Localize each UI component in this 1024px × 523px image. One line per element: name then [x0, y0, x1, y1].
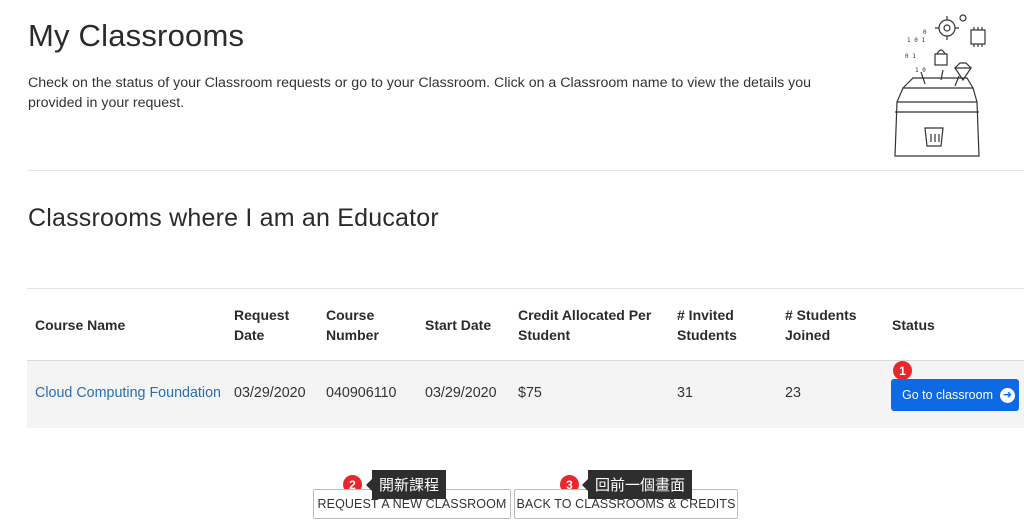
students-joined-cell: 23	[785, 385, 801, 401]
go-to-classroom-button[interactable]: Go to classroom ➜	[891, 379, 1019, 411]
header-request-date: Request Date	[234, 307, 290, 343]
annotation-marker-1: 1	[893, 361, 912, 380]
header-status: Status	[892, 317, 935, 333]
header-students-joined: # Students Joined	[785, 307, 857, 343]
svg-text:1 0: 1 0	[915, 67, 926, 74]
classrooms-table: Course Name Request Date Course Number S…	[27, 288, 1024, 428]
section-title: Classrooms where I am an Educator	[28, 204, 439, 232]
header-invited-students: # Invited Students	[677, 307, 737, 343]
page-title: My Classrooms	[28, 18, 245, 53]
treasure-chest-illustration: 1 0 1 0 1 1 0 0	[894, 14, 986, 157]
table-header-row: Course Name Request Date Course Number S…	[27, 288, 1024, 361]
svg-text:0 1: 0 1	[905, 53, 916, 60]
arrow-right-circle-icon: ➜	[1000, 387, 1016, 403]
annotation-tooltip-3: 回前一個畫面	[581, 470, 693, 499]
start-date-cell: 03/29/2020	[425, 385, 497, 401]
table-row: Cloud Computing Foundation 03/29/2020 04…	[27, 361, 1024, 428]
header-start-date: Start Date	[425, 317, 492, 333]
invited-students-cell: 31	[677, 385, 693, 401]
header-divider	[28, 170, 1024, 171]
header-credit: Credit Allocated Per Student	[518, 307, 652, 343]
go-to-classroom-label: Go to classroom	[902, 388, 994, 402]
annotation-tooltip-2: 開新課程	[365, 470, 447, 499]
svg-text:0: 0	[923, 29, 927, 36]
request-date-cell: 03/29/2020	[234, 385, 306, 401]
header-course-number: Course Number	[326, 307, 379, 343]
course-name-link[interactable]: Cloud Computing Foundation	[35, 385, 221, 401]
credit-cell: $75	[518, 385, 542, 401]
header-course-name: Course Name	[35, 317, 126, 333]
svg-text:1 0 1: 1 0 1	[907, 37, 925, 44]
page-intro: Check on the status of your Classroom re…	[28, 75, 812, 111]
course-number-cell: 040906110	[326, 385, 397, 401]
